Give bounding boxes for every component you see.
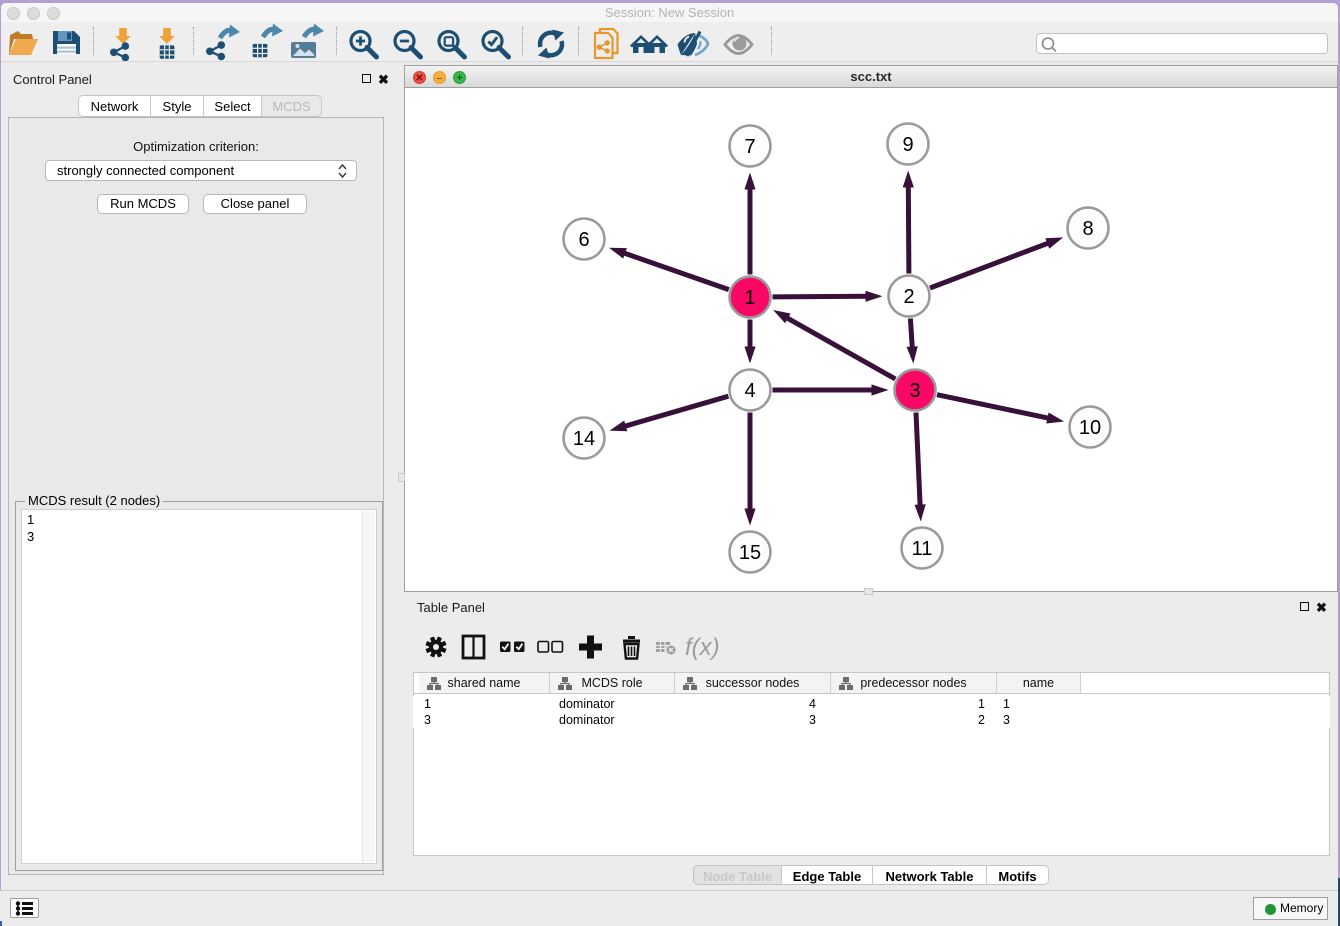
svg-text:8: 8 [1082,218,1093,240]
svg-text:9: 9 [902,134,913,156]
svg-text:7: 7 [744,136,755,158]
svg-text:1: 1 [744,287,755,309]
svg-text:4: 4 [744,380,755,402]
svg-text:14: 14 [573,428,595,450]
svg-text:10: 10 [1079,417,1101,439]
svg-text:2: 2 [903,286,914,308]
svg-text:6: 6 [578,229,589,251]
svg-text:3: 3 [909,380,920,402]
svg-text:11: 11 [912,538,933,560]
svg-text:15: 15 [739,542,761,564]
svg-text:f(x): f(x) [685,634,720,661]
